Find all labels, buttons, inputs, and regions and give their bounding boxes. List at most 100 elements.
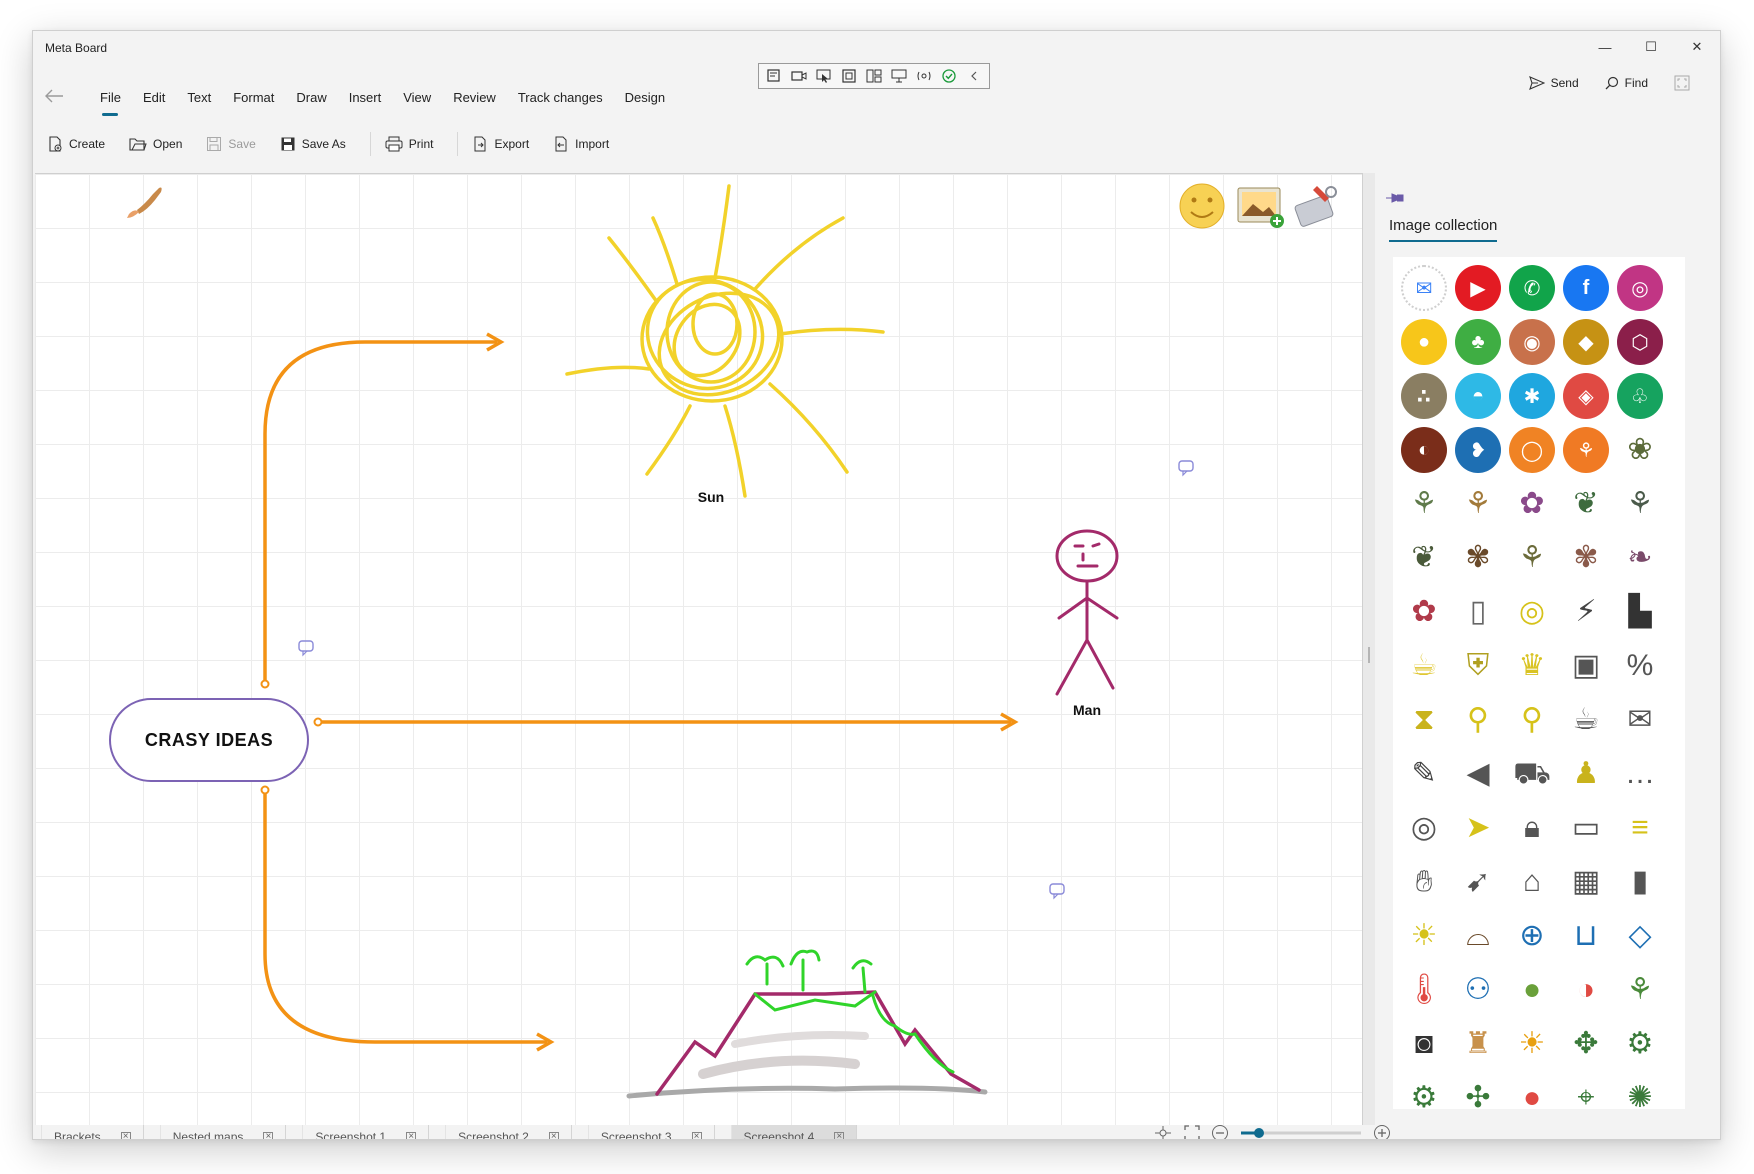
- mindmap-canvas[interactable]: Sun Man CRASY IDEAS: [35, 173, 1363, 1125]
- image-collection-item[interactable]: ✿: [1505, 477, 1559, 531]
- menu-edit[interactable]: Edit: [132, 90, 176, 116]
- image-collection-item[interactable]: ⚘: [1613, 963, 1667, 1017]
- image-collection-item[interactable]: f: [1559, 261, 1613, 315]
- image-collection-item[interactable]: ♛: [1505, 639, 1559, 693]
- back-arrow-icon[interactable]: [43, 87, 67, 107]
- comment-icon[interactable]: [1049, 883, 1065, 900]
- tab-screenshot-2[interactable]: Screenshot 2 ×: [445, 1125, 572, 1139]
- menu-format[interactable]: Format: [222, 90, 285, 116]
- image-collection-item[interactable]: ⚙: [1613, 1017, 1667, 1071]
- image-collection-item[interactable]: ▣: [1559, 639, 1613, 693]
- image-collection-item[interactable]: ◀: [1451, 747, 1505, 801]
- image-collection-item[interactable]: ⚘: [1505, 531, 1559, 585]
- image-collection-item[interactable]: ⚘: [1397, 477, 1451, 531]
- send-button[interactable]: Send: [1528, 76, 1579, 90]
- splitter-grip[interactable]: [1368, 647, 1370, 663]
- menu-insert[interactable]: Insert: [338, 90, 393, 116]
- image-collection-item[interactable]: ♟: [1559, 747, 1613, 801]
- image-collection-item[interactable]: ◉: [1505, 315, 1559, 369]
- image-collection-item[interactable]: ⧗: [1397, 693, 1451, 747]
- image-collection-item[interactable]: ⚘: [1559, 423, 1613, 477]
- minimize-button[interactable]: —: [1582, 31, 1628, 63]
- image-collection-item[interactable]: ✺: [1613, 1071, 1667, 1110]
- image-collection-item[interactable]: ♜: [1451, 1017, 1505, 1071]
- image-collection-item[interactable]: ▶: [1451, 261, 1505, 315]
- image-collection-item[interactable]: ▮: [1613, 855, 1667, 909]
- image-collection-item[interactable]: ❦: [1559, 477, 1613, 531]
- image-collection-item[interactable]: ♣: [1451, 315, 1505, 369]
- image-collection-item[interactable]: ⊕: [1505, 909, 1559, 963]
- menu-text[interactable]: Text: [176, 90, 222, 116]
- image-collection-item[interactable]: ❧: [1613, 531, 1667, 585]
- image-collection-item[interactable]: ◎: [1505, 585, 1559, 639]
- insert-image-icon[interactable]: [1237, 187, 1284, 228]
- create-button[interactable]: Create: [47, 131, 117, 157]
- comment-icon[interactable]: [298, 640, 314, 657]
- paintbrush-icon[interactable]: [127, 187, 162, 219]
- image-collection-item[interactable]: ✾: [1559, 531, 1613, 585]
- close-tab-icon[interactable]: ×: [406, 1132, 417, 1139]
- menu-design[interactable]: Design: [614, 90, 676, 116]
- image-collection-item[interactable]: ♧: [1613, 369, 1667, 423]
- image-collection-item[interactable]: ◈: [1559, 369, 1613, 423]
- image-collection-item[interactable]: ❦: [1397, 531, 1451, 585]
- image-collection-item[interactable]: ⚡: [1559, 585, 1613, 639]
- tab-brackets[interactable]: Brackets ×: [41, 1125, 144, 1139]
- image-collection-item[interactable]: ➤: [1451, 801, 1505, 855]
- image-collection-item[interactable]: ✿: [1397, 585, 1451, 639]
- image-collection-item[interactable]: ➹: [1451, 855, 1505, 909]
- import-button[interactable]: Import: [553, 131, 621, 157]
- tab-screenshot-3[interactable]: Screenshot 3 ×: [587, 1125, 715, 1139]
- image-collection-item[interactable]: ⚲: [1451, 693, 1505, 747]
- fullscreen-button[interactable]: [1674, 75, 1690, 91]
- island-drawing[interactable]: [626, 949, 988, 1099]
- image-collection-item[interactable]: ◎: [1397, 801, 1451, 855]
- image-collection-item[interactable]: ⚇: [1451, 963, 1505, 1017]
- image-collection-item[interactable]: ⌂: [1505, 855, 1559, 909]
- image-collection-item[interactable]: ⚘: [1451, 477, 1505, 531]
- image-collection-item[interactable]: ⌖: [1559, 1071, 1613, 1110]
- smiley-icon[interactable]: [1179, 183, 1225, 229]
- image-collection-item[interactable]: ⬡: [1613, 315, 1667, 369]
- image-collection-item[interactable]: …: [1613, 747, 1667, 801]
- image-collection-item[interactable]: ◇: [1613, 909, 1667, 963]
- image-collection-item[interactable]: ●: [1397, 315, 1451, 369]
- image-collection-item[interactable]: ◐: [1397, 423, 1451, 477]
- menu-review[interactable]: Review: [442, 90, 507, 116]
- menu-draw[interactable]: Draw: [285, 90, 337, 116]
- image-collection-item[interactable]: ✉: [1613, 693, 1667, 747]
- image-collection-item[interactable]: ✋︎: [1397, 855, 1451, 909]
- image-collection-item[interactable]: ▯: [1451, 585, 1505, 639]
- image-collection-item[interactable]: ⛨: [1451, 639, 1505, 693]
- image-collection-item[interactable]: ❀: [1613, 423, 1667, 477]
- save-as-button[interactable]: Save As: [280, 131, 358, 157]
- close-button[interactable]: ✕: [1674, 31, 1720, 63]
- image-collection-item[interactable]: ☕: [1397, 639, 1451, 693]
- close-tab-icon[interactable]: ×: [834, 1132, 845, 1139]
- tab-screenshot-4[interactable]: Screenshot 4 ×: [730, 1125, 858, 1139]
- export-button[interactable]: Export: [472, 131, 541, 157]
- tools-icon[interactable]: [1294, 186, 1337, 227]
- image-collection-item[interactable]: ⚙: [1397, 1071, 1451, 1110]
- image-collection-item[interactable]: ⚲: [1505, 693, 1559, 747]
- image-collection-item[interactable]: ✱: [1505, 369, 1559, 423]
- image-collection-item[interactable]: ▭: [1559, 801, 1613, 855]
- image-collection-item[interactable]: ✉: [1397, 261, 1451, 315]
- image-collection-item[interactable]: ✣: [1451, 1071, 1505, 1110]
- comment-icon[interactable]: [1178, 460, 1194, 477]
- image-collection-item[interactable]: ▙: [1613, 585, 1667, 639]
- close-tab-icon[interactable]: ×: [120, 1132, 131, 1139]
- image-collection-item[interactable]: ✥: [1559, 1017, 1613, 1071]
- save-button[interactable]: Save: [206, 131, 267, 157]
- image-collection-item[interactable]: ◎: [1613, 261, 1667, 315]
- image-collection-item[interactable]: ◙: [1397, 1017, 1451, 1071]
- tab-nested-maps[interactable]: Nested maps ×: [159, 1125, 287, 1139]
- image-collection-item[interactable]: ◯: [1505, 423, 1559, 477]
- image-collection-item[interactable]: ⊔: [1559, 909, 1613, 963]
- image-collection-item[interactable]: ●: [1505, 963, 1559, 1017]
- image-collection-item[interactable]: %: [1613, 639, 1667, 693]
- image-collection-item[interactable]: ☀: [1505, 1017, 1559, 1071]
- stick-man-drawing[interactable]: [1055, 529, 1119, 696]
- open-button[interactable]: Open: [129, 131, 194, 157]
- menu-file[interactable]: File: [89, 90, 132, 116]
